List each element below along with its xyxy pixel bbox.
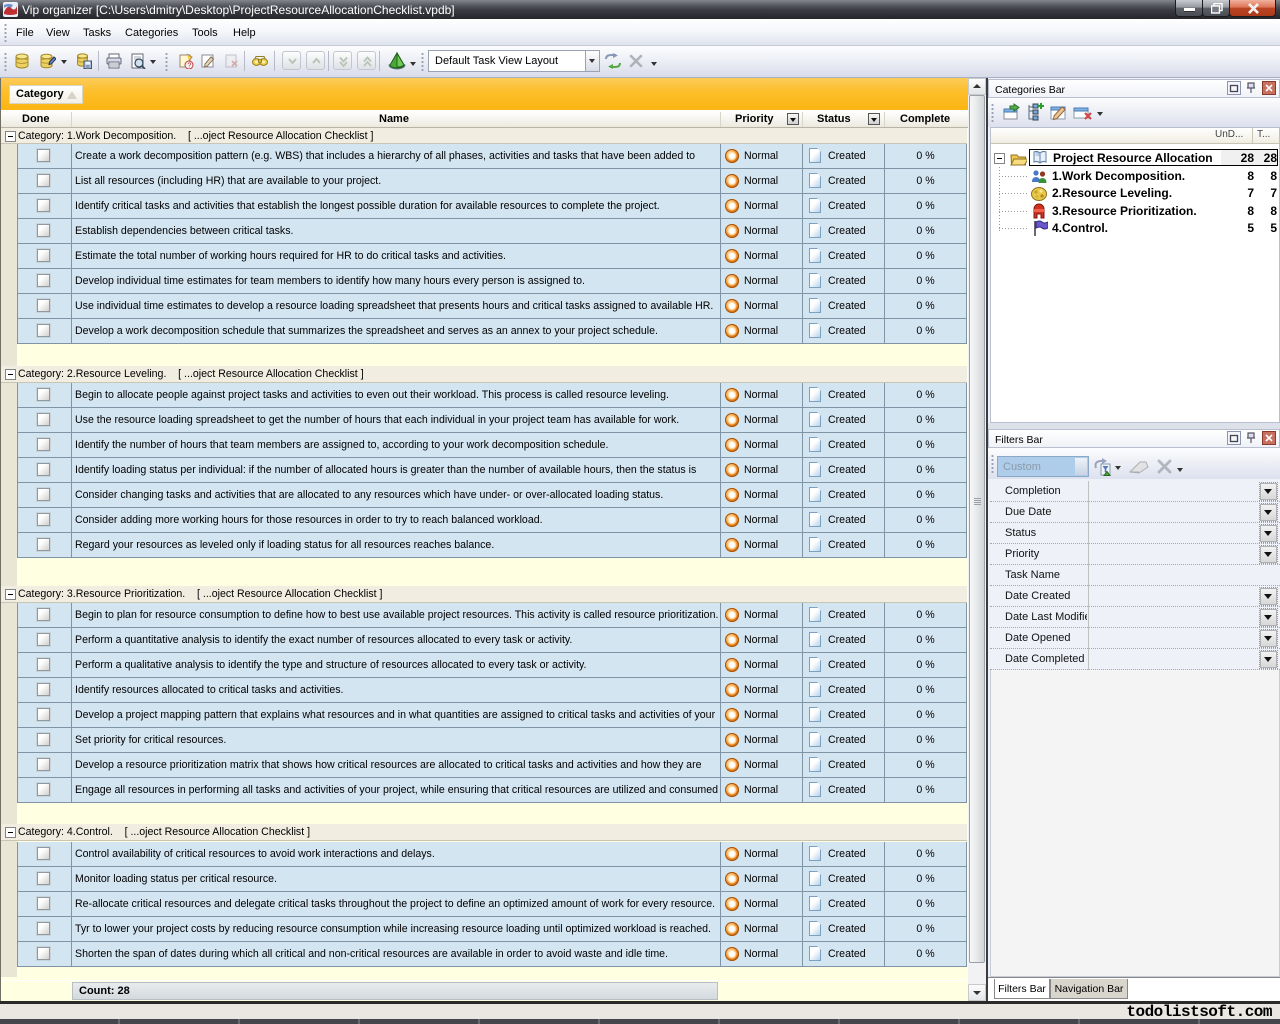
svg-text:?: ?: [187, 63, 191, 70]
